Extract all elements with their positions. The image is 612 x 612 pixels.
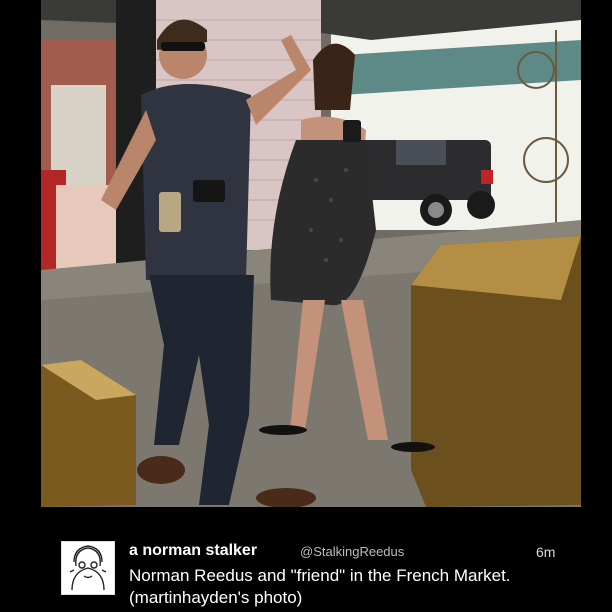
- tweet-display-name[interactable]: a norman stalker: [129, 542, 257, 560]
- tweet-handle[interactable]: @StalkingReedus: [300, 544, 404, 559]
- tweet-photo[interactable]: [41, 0, 581, 507]
- app-frame: a norman stalker @StalkingReedus 6m Norm…: [0, 0, 612, 612]
- tweet-text: Norman Reedus and "friend" in the French…: [129, 566, 511, 607]
- tweet-timestamp: 6m: [536, 544, 556, 560]
- user-avatar[interactable]: [61, 541, 115, 595]
- sketch-portrait-avatar-icon: [62, 542, 114, 594]
- photo-image: [41, 0, 581, 507]
